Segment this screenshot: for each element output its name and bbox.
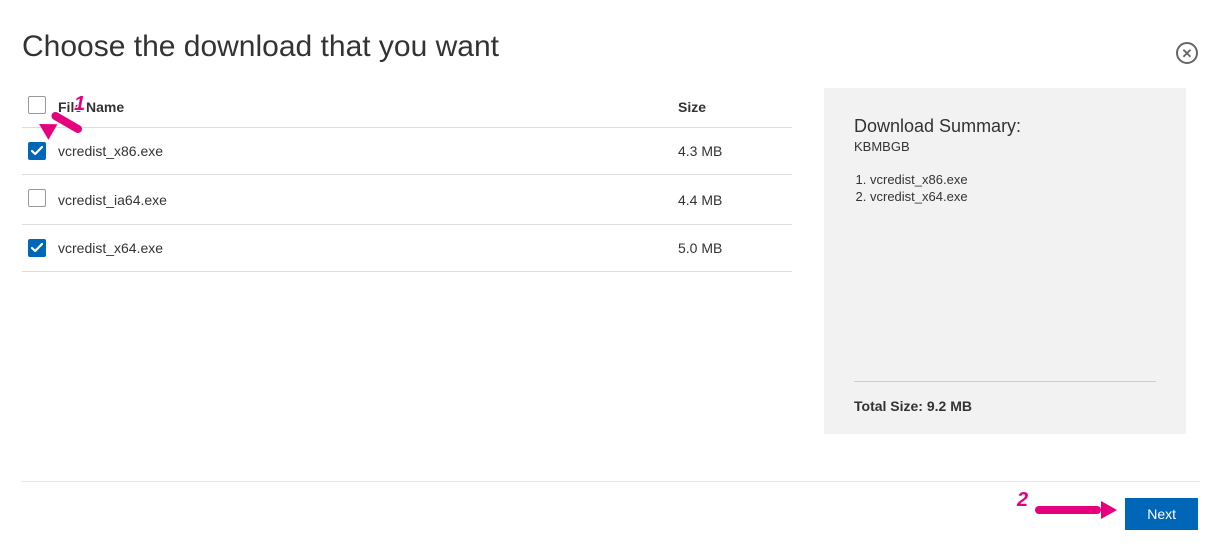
file-name-cell: vcredist_ia64.exe <box>52 175 672 225</box>
page-title: Choose the download that you want <box>22 30 1212 64</box>
list-item: vcredist_x64.exe <box>870 189 1156 204</box>
summary-unit-line: KBMBGB <box>854 139 1156 154</box>
annotation-label-2: 2 <box>1017 489 1028 512</box>
close-button[interactable]: ✕ <box>1176 42 1198 64</box>
download-summary-panel: Download Summary: KBMBGB vcredist_x86.ex… <box>824 88 1186 434</box>
file-size-cell: 4.3 MB <box>672 128 792 175</box>
total-size-label: Total Size: <box>854 398 923 414</box>
file-checkbox[interactable] <box>28 239 46 257</box>
select-all-checkbox[interactable] <box>28 96 46 114</box>
total-size-value: 9.2 MB <box>927 398 972 414</box>
close-icon: ✕ <box>1182 47 1193 60</box>
check-icon <box>31 242 43 254</box>
total-size: Total Size: 9.2 MB <box>854 398 1156 414</box>
file-checkbox[interactable] <box>28 189 46 207</box>
table-row: vcredist_x64.exe5.0 MB <box>22 225 792 272</box>
summary-file-list: vcredist_x86.exe vcredist_x64.exe <box>854 172 1156 206</box>
file-checkbox[interactable] <box>28 142 46 160</box>
file-name-header: File Name <box>52 88 672 128</box>
content-area: File Name Size vcredist_x86.exe4.3 MBvcr… <box>0 88 1212 434</box>
annotation-arrow-2 <box>1035 500 1125 520</box>
summary-heading: Download Summary: <box>854 116 1156 137</box>
file-name-cell: vcredist_x64.exe <box>52 225 672 272</box>
next-button[interactable]: Next <box>1125 498 1198 530</box>
table-row: vcredist_ia64.exe4.4 MB <box>22 175 792 225</box>
file-size-cell: 5.0 MB <box>672 225 792 272</box>
summary-divider <box>854 381 1156 382</box>
check-icon <box>31 145 43 157</box>
annotation-label-1: 1 <box>74 93 85 116</box>
table-row: vcredist_x86.exe4.3 MB <box>22 128 792 175</box>
size-header: Size <box>672 88 792 128</box>
list-item: vcredist_x86.exe <box>870 172 1156 187</box>
file-size-cell: 4.4 MB <box>672 175 792 225</box>
file-name-cell: vcredist_x86.exe <box>52 128 672 175</box>
file-table: File Name Size vcredist_x86.exe4.3 MBvcr… <box>22 88 792 272</box>
footer-divider <box>22 481 1200 482</box>
file-list-panel: File Name Size vcredist_x86.exe4.3 MBvcr… <box>22 88 792 272</box>
